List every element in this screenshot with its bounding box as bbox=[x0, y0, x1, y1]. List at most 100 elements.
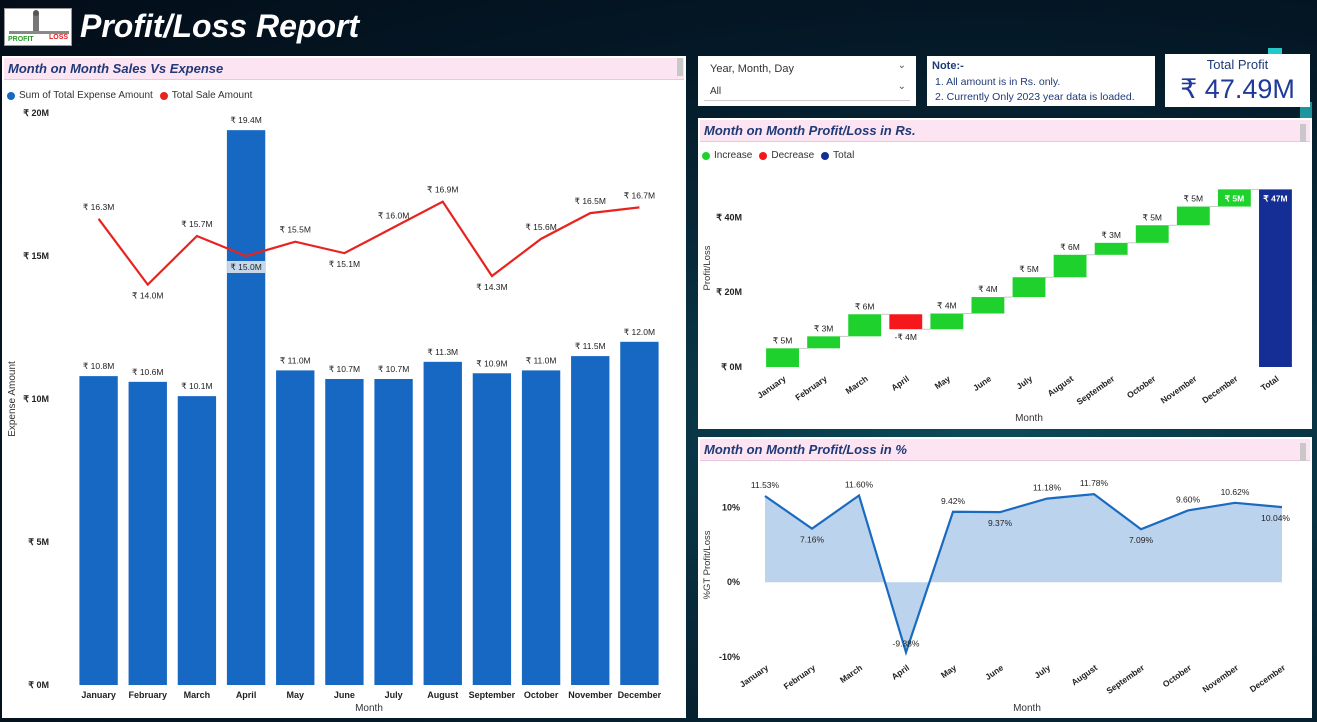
y-tick-label: ₹ 10M bbox=[23, 394, 49, 404]
x-tick-label: November bbox=[568, 690, 613, 700]
sale-data-label: ₹ 16.7M bbox=[624, 190, 655, 200]
waterfall-data-label: ₹ 4M bbox=[937, 301, 957, 311]
percent-data-label: 7.09% bbox=[1129, 535, 1154, 545]
y-axis-label: Expense Amount bbox=[7, 361, 18, 437]
x-tick-label: February bbox=[782, 662, 818, 691]
x-tick-label: December bbox=[618, 690, 662, 700]
expense-bar bbox=[177, 396, 217, 685]
percent-data-label: 11.78% bbox=[1080, 478, 1109, 488]
x-tick-label: June bbox=[971, 373, 993, 393]
x-tick-label: October bbox=[524, 690, 559, 700]
decrease-bar bbox=[889, 314, 923, 330]
increase-bar bbox=[971, 297, 1005, 314]
increase-bar bbox=[1012, 277, 1046, 298]
percent-data-label: 11.18% bbox=[1033, 483, 1062, 493]
expense-bar bbox=[620, 341, 659, 685]
sale-data-label: ₹ 15.6M bbox=[525, 222, 556, 232]
percent-data-label: 7.16% bbox=[800, 535, 825, 545]
x-tick-label: July bbox=[385, 690, 403, 700]
expense-bar bbox=[79, 376, 118, 685]
expense-bar bbox=[472, 373, 512, 685]
expense-bar bbox=[226, 130, 266, 685]
sale-line bbox=[97, 200, 640, 287]
waterfall-data-label: ₹ 5M bbox=[1142, 212, 1162, 222]
expense-data-label: ₹ 10.7M bbox=[378, 364, 409, 374]
percent-data-label: 9.37% bbox=[988, 518, 1013, 528]
chevron-down-icon: ⌄ bbox=[897, 81, 906, 92]
y-tick-label: 10% bbox=[722, 502, 740, 512]
x-tick-label: November bbox=[1159, 373, 1199, 405]
expense-data-label: ₹ 10.7M bbox=[329, 364, 360, 374]
increase-bar bbox=[766, 348, 799, 367]
percent-data-label: 11.60% bbox=[845, 479, 874, 489]
expense-data-label: ₹ 12.0M bbox=[624, 327, 655, 337]
expense-data-label: ₹ 11.5M bbox=[575, 341, 606, 351]
scroll-thumb[interactable] bbox=[677, 58, 683, 76]
x-tick-label: August bbox=[1069, 662, 1099, 687]
waterfall-data-label: -₹ 4M bbox=[895, 332, 917, 342]
x-axis-label: Month bbox=[355, 703, 383, 714]
x-tick-label: June bbox=[983, 662, 1005, 682]
expense-data-label: ₹ 10.9M bbox=[476, 358, 507, 368]
x-axis-label: Month bbox=[1013, 703, 1041, 714]
page-title: Profit/Loss Report bbox=[80, 8, 360, 44]
sale-data-label: ₹ 15.5M bbox=[280, 225, 311, 235]
percent-data-label: -9.38% bbox=[893, 638, 920, 648]
app-logo: PROFIT LOSS bbox=[4, 8, 72, 46]
expense-bar bbox=[374, 378, 413, 685]
percent-area-chart: -10% 0% 10% %GT Profit/Loss Month 11.53% Janua… bbox=[702, 478, 1290, 714]
y-axis-label: Profit/Loss bbox=[702, 245, 713, 290]
waterfall-data-label: ₹ 5M bbox=[773, 335, 793, 345]
expense-data-label: ₹ 11.0M bbox=[526, 355, 557, 365]
y-tick-label: -10% bbox=[719, 652, 740, 662]
expense-data-label: ₹ 11.3M bbox=[427, 347, 458, 357]
x-tick-label: April bbox=[890, 662, 912, 681]
waterfall-chart: ₹ 0M ₹ 20M ₹ 40M Profit/Loss Month ₹ 5M Januar… bbox=[702, 188, 1292, 424]
x-tick-label: January bbox=[738, 662, 771, 689]
waterfall-data-label: ₹ 6M bbox=[855, 301, 875, 311]
note-card: Note:- 1. All amount is in Rs. only. 2. … bbox=[927, 56, 1155, 106]
note-line: 1. All amount is in Rs. only. bbox=[935, 76, 1061, 88]
waterfall-data-label: ₹ 6M bbox=[1060, 242, 1080, 252]
increase-bar bbox=[1135, 225, 1169, 243]
sale-data-label: ₹ 16.5M bbox=[575, 196, 606, 206]
x-tick-label: September bbox=[1104, 662, 1146, 696]
x-tick-label: September bbox=[469, 690, 516, 700]
y-tick-label: ₹ 15M bbox=[23, 251, 49, 261]
x-tick-label: January bbox=[81, 690, 116, 700]
x-tick-label: March bbox=[184, 690, 211, 700]
x-tick-label: August bbox=[1046, 373, 1076, 398]
expense-bar bbox=[276, 370, 315, 685]
x-tick-label: May bbox=[286, 690, 304, 700]
expense-bar bbox=[521, 370, 561, 685]
x-tick-label: Total bbox=[1259, 373, 1281, 392]
increase-bar bbox=[807, 336, 841, 349]
sale-data-label: ₹ 16.0M bbox=[378, 210, 409, 220]
x-tick-label: October bbox=[1161, 662, 1194, 689]
y-tick-label: ₹ 40M bbox=[716, 212, 742, 222]
increase-bar bbox=[1176, 206, 1210, 226]
expense-bar bbox=[325, 378, 364, 685]
increase-bar bbox=[1094, 242, 1128, 255]
x-tick-label: May bbox=[933, 373, 953, 391]
x-tick-label: February bbox=[793, 373, 829, 402]
y-tick-label: ₹ 20M bbox=[716, 287, 742, 297]
x-tick-label: September bbox=[1075, 373, 1117, 407]
kpi-value: ₹ 47.49M bbox=[1180, 74, 1295, 104]
sale-data-label: ₹ 16.3M bbox=[83, 202, 114, 212]
waterfall-data-label: ₹ 5M bbox=[1225, 193, 1245, 203]
x-axis-label: Month bbox=[1015, 413, 1043, 424]
x-tick-label: March bbox=[844, 373, 870, 396]
chevron-down-icon[interactable]: ⌄ bbox=[898, 60, 906, 71]
sale-data-label: ₹ 14.3M bbox=[476, 282, 507, 292]
x-tick-label: December bbox=[1200, 373, 1240, 405]
increase-bar bbox=[1053, 254, 1087, 278]
x-tick-label: November bbox=[1200, 662, 1240, 694]
total-bar bbox=[1259, 189, 1292, 367]
expense-bar bbox=[128, 381, 167, 685]
expense-data-label: ₹ 10.6M bbox=[132, 367, 163, 377]
slicer-value: All bbox=[710, 86, 722, 97]
x-tick-label: May bbox=[939, 662, 959, 680]
percent-data-label: 11.53% bbox=[751, 480, 780, 490]
slicer-dropdown[interactable]: All ⌄ bbox=[704, 81, 910, 101]
